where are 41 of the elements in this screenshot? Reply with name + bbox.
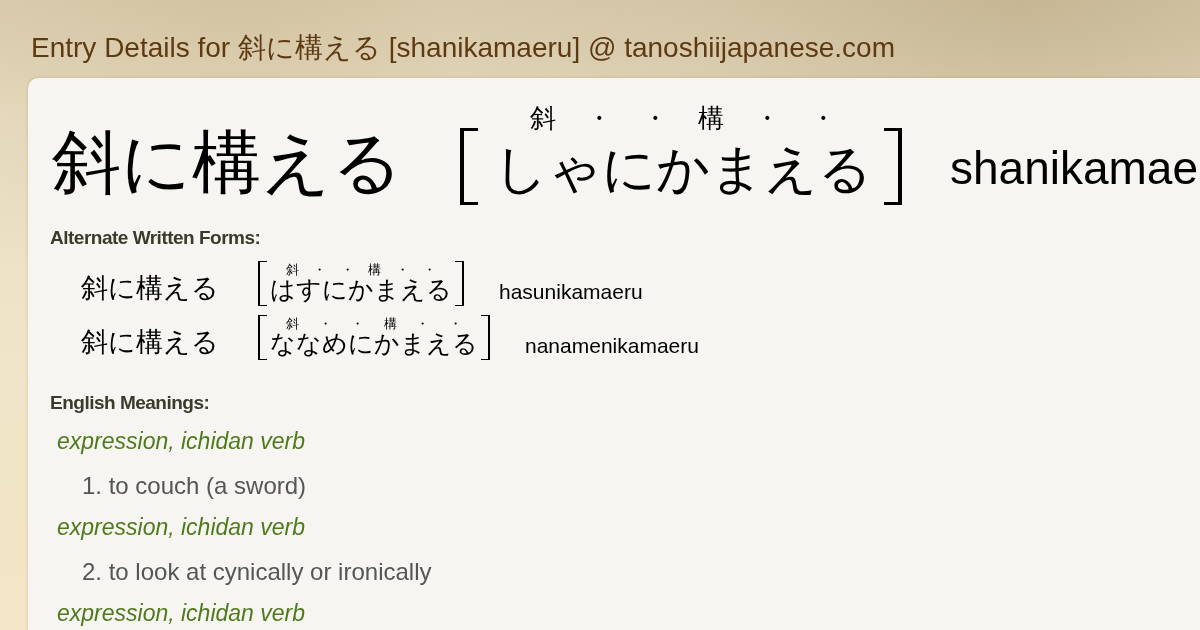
headword-text: 斜に構える [52,129,403,198]
furigana-text: ・ [351,315,365,331]
meaning-text: 1. to couch (a sword) [82,472,307,500]
furigana-text: 斜 [286,261,299,277]
furigana-text: 構 [368,261,382,277]
close-bracket-icon [884,128,902,205]
furigana-text: ・ [448,315,462,331]
section-label: English Meanings: [50,392,210,414]
furigana-text: 斜 [286,315,299,331]
open-bracket-icon [258,261,267,306]
part-of-speech-text: expression, ichidan verb [57,599,306,627]
furigana-text: ・ [422,261,436,277]
furigana-text: 構 [383,315,397,331]
furigana-text: 構 [698,104,724,134]
furigana-text: ・ [318,315,332,331]
reading-text: ななめにかまえる [270,331,478,356]
close-bracket-icon [455,261,464,306]
reading-text: しゃにかまえる [494,143,872,196]
headword-text: 斜に構える [81,275,219,302]
furigana-text: ・ [340,261,354,277]
romaji-text: shanikamae [950,145,1199,191]
romaji-text: hasunikamaeru [499,281,643,302]
furigana-text: ・ [754,104,780,134]
furigana-text: ・ [313,261,327,277]
part-of-speech-text: expression, ichidan verb [57,427,306,455]
open-bracket-icon [460,128,478,205]
reading-text: はすにかまえる [270,277,452,302]
open-bracket-icon [258,315,267,360]
furigana-text: ・ [810,104,836,134]
page-title: Entry Details for 斜に構える [shanikamaeru] @ tanoshiijapanese.com [31,31,895,65]
furigana-text: ・ [586,104,612,134]
section-label: Alternate Written Forms: [50,227,261,249]
meaning-text: 2. to look at cynically or ironically [82,558,432,586]
headword-text: 斜に構える [81,329,219,356]
furigana-text: 斜 [530,104,556,134]
part-of-speech-text: expression, ichidan verb [57,513,306,541]
close-bracket-icon [481,315,490,360]
romaji-text: nanamenikamaeru [525,335,699,356]
furigana-text: ・ [395,261,409,277]
furigana-text: ・ [642,104,668,134]
furigana-text: ・ [416,315,430,331]
